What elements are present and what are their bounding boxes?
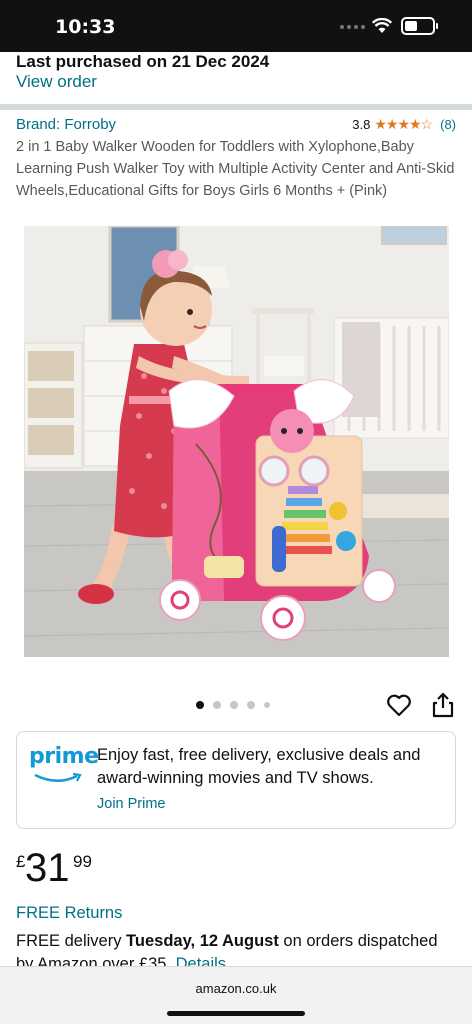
carousel-dot[interactable] xyxy=(213,701,221,709)
join-prime-link[interactable]: Join Prime xyxy=(97,796,166,812)
carousel-dot[interactable] xyxy=(230,701,238,709)
home-indicator xyxy=(167,1011,305,1016)
prime-smile-icon xyxy=(34,772,82,782)
last-purchased-text: Last purchased on 21 Dec 2024 xyxy=(16,52,270,71)
purchase-history-banner: Last purchased on 21 Dec 2024 View order xyxy=(0,52,472,104)
wifi-icon xyxy=(372,18,392,33)
status-bar: 10:33 xyxy=(0,0,472,52)
prime-logo-text: prime xyxy=(29,744,99,769)
cellular-signal-icon xyxy=(340,25,365,29)
image-carousel-indicator[interactable] xyxy=(196,701,270,709)
rating-count[interactable]: (8) xyxy=(440,117,456,132)
product-image[interactable] xyxy=(24,226,449,657)
carousel-dot[interactable] xyxy=(264,702,270,708)
rating-value: 3.8 xyxy=(352,117,371,132)
product-title: 2 in 1 Baby Walker Wooden for Toddlers w… xyxy=(16,139,455,199)
section-divider xyxy=(0,104,472,110)
price-whole: 31 xyxy=(25,846,70,890)
price-fraction: 99 xyxy=(73,852,92,871)
status-time: 10:33 xyxy=(55,16,116,38)
battery-icon xyxy=(401,17,438,35)
rating-summary[interactable]: 3.8 ★★★★☆ (8) xyxy=(352,116,456,133)
carousel-dot[interactable] xyxy=(247,701,255,709)
carousel-dot[interactable] xyxy=(196,701,204,709)
prime-promo-card[interactable]: prime Enjoy fast, free delivery, exclusi… xyxy=(16,731,456,829)
brand-link[interactable]: Brand: Forroby xyxy=(16,116,116,133)
free-returns-link[interactable]: FREE Returns xyxy=(16,904,122,923)
star-rating-icon: ★★★★☆ xyxy=(374,116,433,132)
prime-promo-text: Enjoy fast, free delivery, exclusive dea… xyxy=(97,746,421,787)
heart-icon[interactable] xyxy=(386,693,412,717)
url-text[interactable]: amazon.co.uk xyxy=(0,981,472,996)
delivery-prefix: FREE delivery xyxy=(16,932,127,950)
delivery-date: Tuesday, 12 August xyxy=(126,932,279,950)
share-icon[interactable] xyxy=(432,692,454,718)
view-order-link[interactable]: View order xyxy=(16,72,97,92)
prime-logo: prime xyxy=(29,744,99,784)
browser-address-bar[interactable]: amazon.co.uk xyxy=(0,966,472,1024)
